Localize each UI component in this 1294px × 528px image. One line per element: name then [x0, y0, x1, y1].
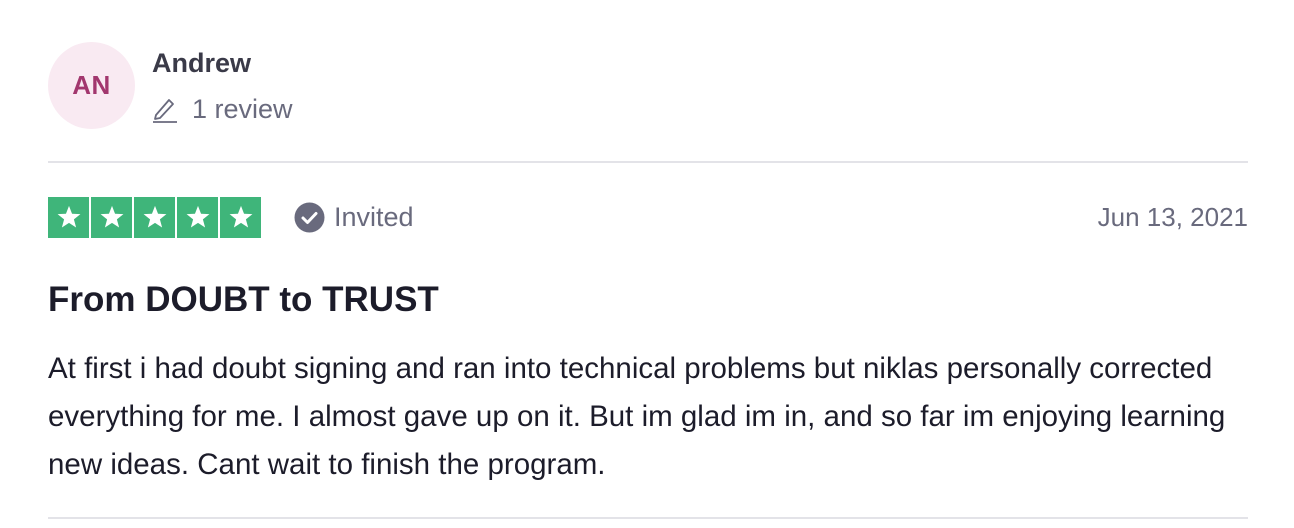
- review-card: AN Andrew 1 review Invited Jun 13, 2021 …: [0, 0, 1294, 528]
- consumer-review-count: 1 review: [152, 93, 293, 125]
- star-icon: [134, 196, 175, 238]
- consumer-name[interactable]: Andrew: [152, 47, 293, 79]
- verification-badge[interactable]: Invited: [294, 202, 414, 233]
- review-count-label: 1 review: [192, 94, 293, 124]
- review-body: At first i had doubt signing and ran int…: [48, 352, 1226, 481]
- consumer-info[interactable]: AN Andrew 1 review: [48, 42, 293, 129]
- rating-row: Invited Jun 13, 2021: [48, 196, 1248, 238]
- divider: [48, 161, 1248, 163]
- divider: [48, 517, 1248, 519]
- avatar[interactable]: AN: [48, 42, 135, 129]
- star-icon: [220, 196, 261, 238]
- consumer-details: Andrew 1 review: [152, 42, 293, 125]
- review-date: Jun 13, 2021: [1097, 201, 1248, 232]
- review-title[interactable]: From DOUBT to TRUST: [48, 280, 439, 320]
- avatar-initials: AN: [72, 70, 111, 100]
- verification-label: Invited: [334, 201, 414, 232]
- check-circle-icon: [294, 202, 325, 232]
- pencil-icon: [153, 99, 177, 123]
- star-icon: [48, 196, 89, 238]
- star-icon: [91, 196, 132, 238]
- star-rating: [48, 196, 261, 238]
- star-icon: [177, 196, 218, 238]
